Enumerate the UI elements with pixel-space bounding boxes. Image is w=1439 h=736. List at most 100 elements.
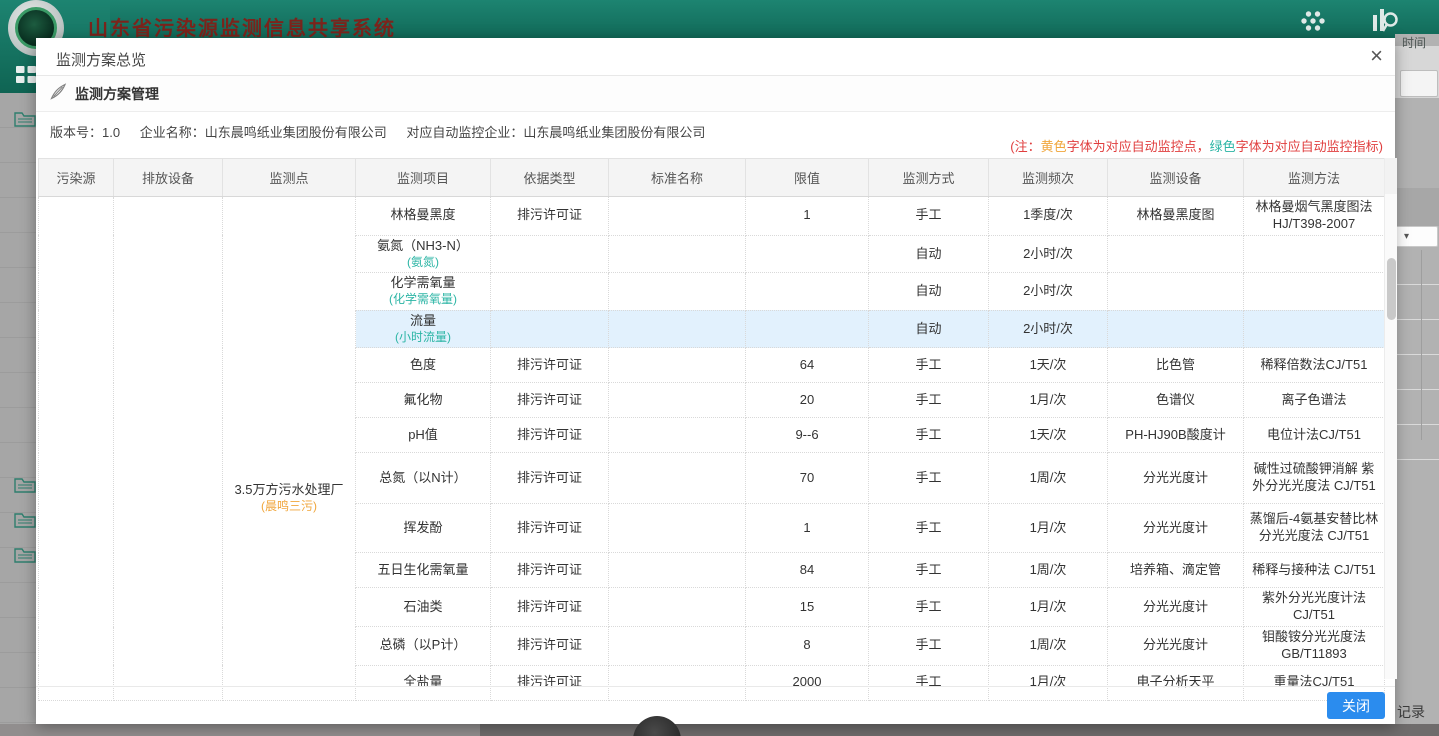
- cell-basis: 排污许可证: [491, 383, 609, 418]
- cell-mode: 手工: [869, 418, 989, 453]
- cell-method: [1244, 310, 1385, 347]
- cell-basis: 排污许可证: [491, 197, 609, 236]
- monitor-point-alias: (晨鸣三污): [227, 499, 351, 515]
- background-record-label: 记录: [1397, 702, 1425, 722]
- cell-monitor-point: 3.5万方污水处理厂 (晨鸣三污): [223, 197, 356, 701]
- cell-standard: [609, 273, 746, 310]
- column-header: 监测频次: [989, 159, 1108, 197]
- cell-basis: [491, 310, 609, 347]
- cell-method: 蒸馏后-4氨基安替比林 分光光度法 CJ/T51: [1244, 504, 1385, 553]
- cell-frequency: 1季度/次: [989, 197, 1108, 236]
- cell-item: 总磷（以P计）: [356, 627, 491, 666]
- cell-device: 分光光度计: [1108, 627, 1244, 666]
- column-header: 监测项目: [356, 159, 491, 197]
- cell-pollution-source: [39, 197, 114, 701]
- plan-info-row: 版本号：1.0 企业名称：山东晨鸣纸业集团股份有限公司 对应自动监控企业：山东晨…: [36, 112, 1395, 158]
- cell-standard: [609, 504, 746, 553]
- cell-standard: [609, 627, 746, 666]
- cell-standard: [609, 348, 746, 383]
- cell-frequency: 1天/次: [989, 418, 1108, 453]
- plan-meta: 版本号：1.0 企业名称：山东晨鸣纸业集团股份有限公司 对应自动监控企业：山东晨…: [50, 122, 721, 141]
- table-scrollbar[interactable]: [1384, 158, 1397, 679]
- cell-item: 氟化物: [356, 383, 491, 418]
- cell-mode: 手工: [869, 453, 989, 504]
- cell-method: 离子色谱法: [1244, 383, 1385, 418]
- dialog-footer: 关闭: [36, 686, 1395, 724]
- cell-basis: 排污许可证: [491, 418, 609, 453]
- note-part: (注：: [1010, 139, 1040, 154]
- cell-standard: [609, 383, 746, 418]
- cell-method: 林格曼烟气黑度图法HJ/T398-2007: [1244, 197, 1385, 236]
- cell-standard: [609, 235, 746, 272]
- cell-limit: 1: [746, 197, 869, 236]
- cell-item: 流量(小时流量): [356, 310, 491, 347]
- column-header: 限值: [746, 159, 869, 197]
- table-header-row: 污染源 排放设备 监测点 监测项目 依据类型 标准名称 限值 监测方式 监测频次…: [39, 159, 1385, 197]
- cell-frequency: 1天/次: [989, 348, 1108, 383]
- background-dropdown[interactable]: ▾: [1395, 226, 1438, 247]
- cell-frequency: 1周/次: [989, 553, 1108, 588]
- cell-device: PH-HJ90B酸度计: [1108, 418, 1244, 453]
- column-header: 监测方式: [869, 159, 989, 197]
- cell-limit: 84: [746, 553, 869, 588]
- background-footer-bar-dark: [480, 724, 1439, 736]
- dialog-titlebar: 监测方案总览 ×: [36, 38, 1395, 76]
- background-table-gridline: [1421, 250, 1422, 440]
- table-row[interactable]: 3.5万方污水处理厂 (晨鸣三污) 林格曼黑度 排污许可证 1 手工 1季度/次…: [39, 197, 1385, 236]
- cell-mode: 手工: [869, 588, 989, 627]
- cell-method: [1244, 235, 1385, 272]
- cell-standard: [609, 197, 746, 236]
- cell-device: [1108, 310, 1244, 347]
- note-part: 字体为对应自动监控点，: [1067, 139, 1210, 154]
- folder-icon[interactable]: [14, 546, 36, 569]
- column-header: 排放设备: [114, 159, 223, 197]
- cell-frequency: 2小时/次: [989, 310, 1108, 347]
- cell-device: 分光光度计: [1108, 588, 1244, 627]
- close-icon[interactable]: ×: [1370, 44, 1383, 68]
- cell-frequency: 1月/次: [989, 383, 1108, 418]
- note-part: 字体为对应自动监控指标): [1236, 139, 1383, 154]
- color-legend-note: (注：黄色字体为对应自动监控点，绿色字体为对应自动监控指标): [1010, 136, 1383, 155]
- cell-limit: 20: [746, 383, 869, 418]
- background-toolbar-button[interactable]: [1400, 70, 1438, 97]
- column-header: 依据类型: [491, 159, 609, 197]
- cell-method: 紫外分光光度计法 CJ/T51: [1244, 588, 1385, 627]
- cell-basis: 排污许可证: [491, 453, 609, 504]
- cell-mode: 自动: [869, 273, 989, 310]
- scrollbar-thumb[interactable]: [1387, 258, 1396, 320]
- top-right-icons: [1300, 6, 1400, 41]
- cell-method: 稀释倍数法CJ/T51: [1244, 348, 1385, 383]
- note-green: 绿色: [1210, 139, 1236, 154]
- cell-limit: 15: [746, 588, 869, 627]
- auto-company-text: 对应自动监控企业：山东晨鸣纸业集团股份有限公司: [406, 125, 705, 140]
- cell-standard: [609, 588, 746, 627]
- apps-grid-icon[interactable]: [1300, 8, 1326, 39]
- folder-icon[interactable]: [14, 476, 36, 499]
- cell-limit: 8: [746, 627, 869, 666]
- close-button[interactable]: 关闭: [1327, 692, 1385, 719]
- cell-item: 色度: [356, 348, 491, 383]
- cell-device: 林格曼黑度图: [1108, 197, 1244, 236]
- cell-basis: 排污许可证: [491, 588, 609, 627]
- time-label: 时间: [1402, 34, 1426, 51]
- cell-item: 五日生化需氧量: [356, 553, 491, 588]
- column-header: 监测设备: [1108, 159, 1244, 197]
- cell-limit: [746, 235, 869, 272]
- query-stats-icon[interactable]: [1370, 6, 1400, 41]
- app-title: 山东省污染源监测信息共享系统: [88, 12, 396, 41]
- background-table-header: [1395, 188, 1439, 226]
- cell-method: [1244, 273, 1385, 310]
- cell-frequency: 2小时/次: [989, 235, 1108, 272]
- cell-method: 电位计法CJ/T51: [1244, 418, 1385, 453]
- folder-icon[interactable]: [14, 110, 36, 133]
- section-header: 监测方案管理: [36, 76, 1395, 112]
- cell-item: 总氮（以N计）: [356, 453, 491, 504]
- column-header: 监测方法: [1244, 159, 1385, 197]
- cell-method: 碱性过硫酸钾消解 紫外分光光度法 CJ/T51: [1244, 453, 1385, 504]
- cell-limit: 9--6: [746, 418, 869, 453]
- cell-item: 化学需氧量(化学需氧量): [356, 273, 491, 310]
- dashboard-grid-icon[interactable]: [16, 66, 36, 88]
- folder-icon[interactable]: [14, 511, 36, 534]
- cell-method: 稀释与接种法 CJ/T51: [1244, 553, 1385, 588]
- column-header: 污染源: [39, 159, 114, 197]
